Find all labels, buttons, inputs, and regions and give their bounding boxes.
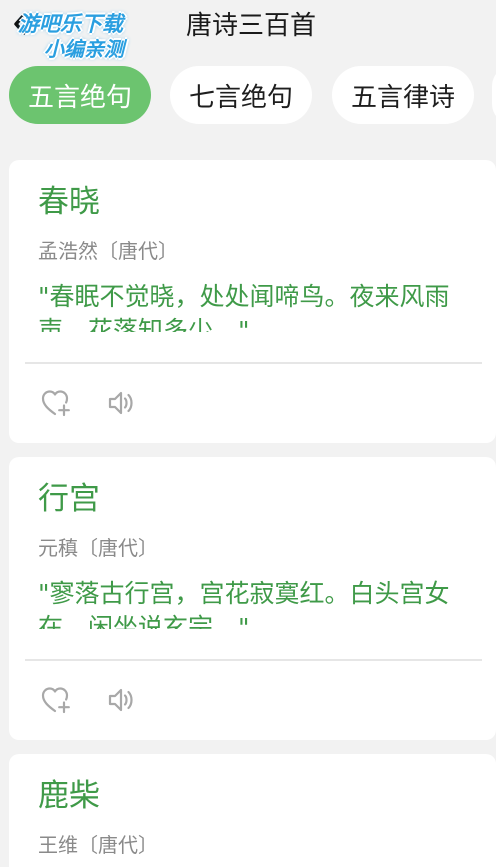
page-title: 唐诗三百首 — [186, 11, 317, 41]
poem-card[interactable]: 鹿柴 王维〔唐代〕 — [9, 754, 496, 867]
poem-author: 王维〔唐代〕 — [38, 833, 158, 857]
heart-plus-icon — [41, 687, 70, 714]
poem-excerpt: "寥落古行宫，宫花寂寞红。白头宫女在，闲坐说玄宗。" — [38, 579, 450, 629]
poem-author: 元稹〔唐代〕 — [38, 536, 158, 560]
poem-title: 春晓 — [38, 184, 100, 220]
speaker-icon — [108, 391, 133, 415]
watermark-text-line2: 小编亲测 — [44, 37, 124, 61]
poem-card[interactable]: 行宫 元稹〔唐代〕 "寥落古行宫，宫花寂寞红。白头宫女在，闲坐说玄宗。" — [9, 457, 496, 740]
heart-plus-icon — [41, 390, 70, 417]
favorite-button[interactable] — [39, 684, 73, 716]
tab-wuyan-lvshi[interactable]: 五言律诗 — [332, 66, 474, 124]
poem-card[interactable]: 春晓 孟浩然〔唐代〕 "春眠不觉晓，处处闻啼鸟。夜来风雨声，花落知多少。" — [9, 160, 496, 443]
card-divider — [25, 362, 482, 364]
read-aloud-button[interactable] — [105, 387, 139, 419]
poem-title: 行宫 — [38, 481, 100, 517]
watermark-logo: 游吧乐下载 小编亲测 — [4, 6, 152, 62]
speaker-icon — [108, 688, 133, 712]
favorite-button[interactable] — [39, 387, 73, 419]
card-divider — [25, 659, 482, 661]
poem-author: 孟浩然〔唐代〕 — [38, 239, 178, 263]
tab-next-partial[interactable] — [492, 66, 496, 124]
tab-wuyan-jueju[interactable]: 五言绝句 — [9, 66, 151, 124]
tab-qiyan-jueju[interactable]: 七言绝句 — [170, 66, 312, 124]
header-bar: 游吧乐下载 小编亲测 唐诗三百首 — [0, 0, 496, 61]
poem-excerpt: "春眠不觉晓，处处闻啼鸟。夜来风雨声，花落知多少。" — [38, 282, 450, 332]
read-aloud-button[interactable] — [105, 684, 139, 716]
app-screen: 游吧乐下载 小编亲测 唐诗三百首 五言绝句 七言绝句 五言律诗 春晓 孟浩然〔唐… — [0, 0, 496, 867]
poem-title: 鹿柴 — [38, 778, 100, 814]
category-tabs: 五言绝句 七言绝句 五言律诗 — [0, 66, 496, 124]
